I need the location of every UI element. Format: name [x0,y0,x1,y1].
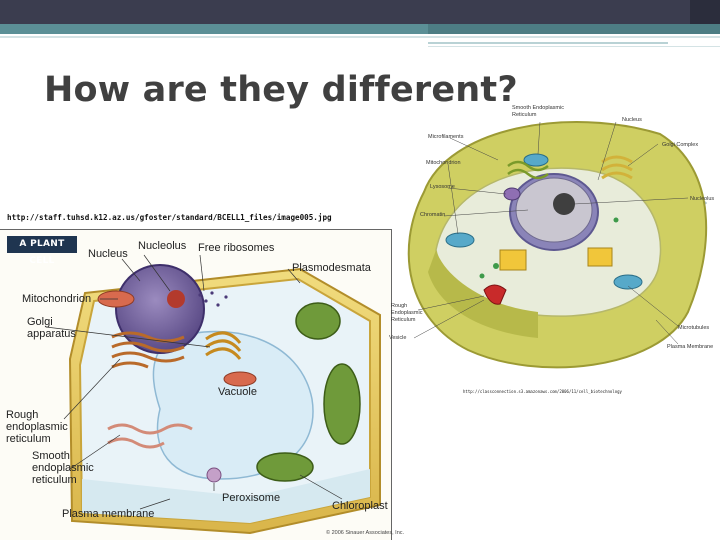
plant-label-mitochondrion: Mitochondrion [22,293,92,305]
slide-rule [428,46,720,47]
plant-image-credit: © 2006 Sinauer Associates, Inc. [326,530,405,536]
plant-label-free-ribosomes: Free ribosomes [198,242,275,254]
animal-label-rough-line2: Endoplasmic [391,310,423,316]
plant-label-rough-er-line2: endoplasmic [6,421,68,433]
animal-label-golgi-complex: Golgi Complex [662,142,699,148]
plant-label-plasma-membrane: Plasma membrane [62,508,155,520]
slide-accent-band [0,24,720,34]
animal-image-source-url: http://classconnection.s3.amazonaws.com/… [463,389,622,394]
slide-top-bar-corner [690,0,720,24]
plant-cell-badge: A PLANT CELL [7,236,77,266]
plant-label-golgi-line1: Golgi [27,316,53,328]
animal-label-nucleolus: Nucleolus [690,196,715,202]
plant-label-nucleus: Nucleus [88,248,128,260]
animal-label-microtubules: Microtubules [678,325,710,331]
plant-label-smooth-er-line2: endoplasmic [32,462,94,474]
slide-top-bar [0,0,720,24]
plant-image-source-url: http://staff.tuhsd.k12.az.us/gfoster/sta… [7,213,332,222]
plant-label-vacuole: Vacuole [218,386,257,398]
plant-label-nucleolus: Nucleolus [138,240,187,252]
plant-label-golgi-line2: apparatus [27,328,76,340]
animal-label-lysosome: Lysosome [430,184,455,190]
plant-label-rough-er-line1: Rough [6,409,39,421]
plant-label-rough-er-line3: reticulum [6,433,51,445]
animal-label-microfilaments: Microfilaments [428,134,464,140]
plant-cell-illustration [45,254,381,535]
slide-rule [0,36,720,38]
animal-label-chromatin: Chromatin [420,212,446,218]
plant-label-chloroplast: Chloroplast [332,500,388,512]
animal-label-vesicle: Vesicle [389,335,407,341]
animal-label-smooth-er-line2: Reticulum [512,112,537,118]
animal-label-smooth-er-line1: Smooth Endoplasmic [512,105,564,111]
slide-accent-notch [428,24,720,34]
animal-label-rough-line3: Reticulum [391,317,416,323]
plant-label-smooth-er-line1: Smooth [32,450,70,462]
plant-label-smooth-er-line3: reticulum [32,474,77,486]
slide-rule [428,42,668,44]
animal-label-rough-line1: Rough [391,303,408,309]
animal-label-mitochondrion: Mitochondrion [426,160,461,166]
animal-label-nucleus: Nucleus [622,117,642,123]
plant-label-peroxisome: Peroxisome [222,492,281,504]
plant-label-plasmodesmata: Plasmodesmata [292,262,371,274]
animal-label-plasma-membrane: Plasma Membrane [667,344,714,350]
